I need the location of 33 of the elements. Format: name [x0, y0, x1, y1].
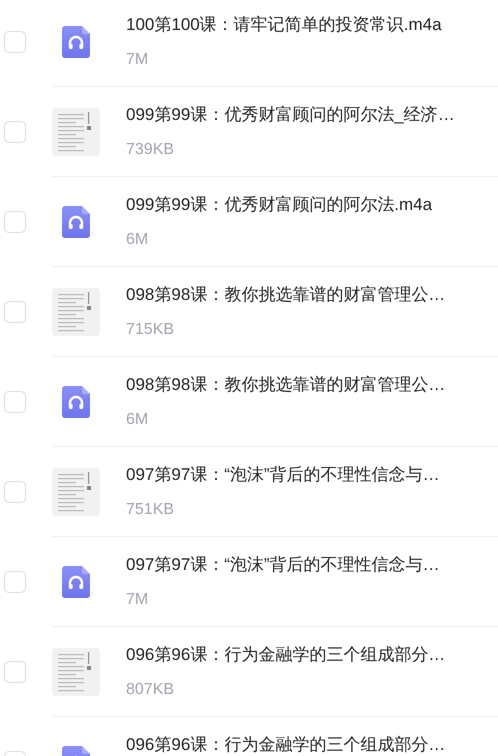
file-name[interactable]: 098第98课：教你挑选靠谱的财富管理公… [126, 284, 446, 306]
file-size: 7M [126, 590, 150, 610]
checkbox[interactable] [4, 481, 26, 503]
file-size: 751KB [126, 500, 176, 520]
document-thumbnail-icon [52, 108, 100, 156]
checkbox[interactable] [4, 391, 26, 413]
file-name[interactable]: 100第100课：请牢记简单的投资常识.m4a [126, 14, 442, 36]
audio-file-icon [62, 566, 90, 598]
file-size: 807KB [126, 680, 176, 700]
file-size: 6M [126, 410, 150, 430]
file-name[interactable]: 096第96课：行为金融学的三个组成部分… [126, 644, 446, 666]
checkbox[interactable] [4, 661, 26, 683]
file-name[interactable]: 098第98课：教你挑选靠谱的财富管理公… [126, 374, 446, 396]
file-size: 739KB [126, 140, 176, 160]
file-size: 7M [126, 50, 150, 70]
audio-file-icon [62, 26, 90, 58]
checkbox[interactable] [4, 121, 26, 143]
audio-file-icon [62, 386, 90, 418]
file-name[interactable]: 096第96课：行为金融学的三个组成部分… [126, 734, 446, 756]
audio-file-icon [62, 206, 90, 238]
file-name[interactable]: 097第97课：“泡沫”背后的不理性信念与… [126, 464, 440, 486]
file-name[interactable]: 099第99课：优秀财富顾问的阿尔法.m4a [126, 194, 432, 216]
file-size: 715KB [126, 320, 176, 340]
file-name[interactable]: 099第99课：优秀财富顾问的阿尔法_经济… [126, 104, 455, 126]
checkbox[interactable] [4, 211, 26, 233]
file-size: 6M [126, 230, 150, 250]
document-thumbnail-icon [52, 468, 100, 516]
document-thumbnail-icon [52, 648, 100, 696]
document-thumbnail-icon [52, 288, 100, 336]
checkbox[interactable] [4, 301, 26, 323]
file-name[interactable]: 097第97课：“泡沫”背后的不理性信念与… [126, 554, 440, 576]
checkbox[interactable] [4, 31, 26, 53]
checkbox[interactable] [4, 571, 26, 593]
